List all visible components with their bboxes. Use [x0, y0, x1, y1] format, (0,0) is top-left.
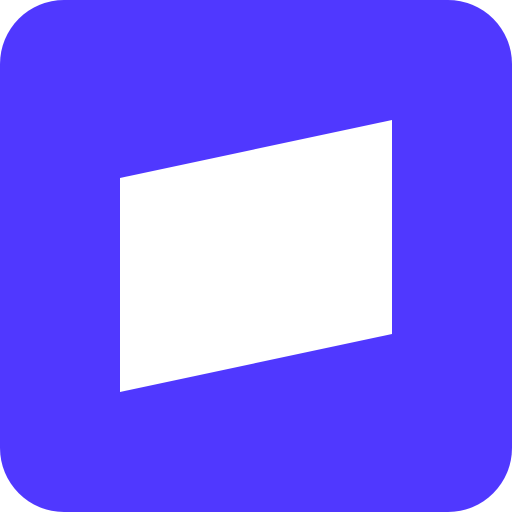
app-icon-tile	[0, 0, 512, 512]
logo-mark-shape	[120, 120, 392, 392]
parallelogram-logo-icon	[120, 120, 392, 392]
